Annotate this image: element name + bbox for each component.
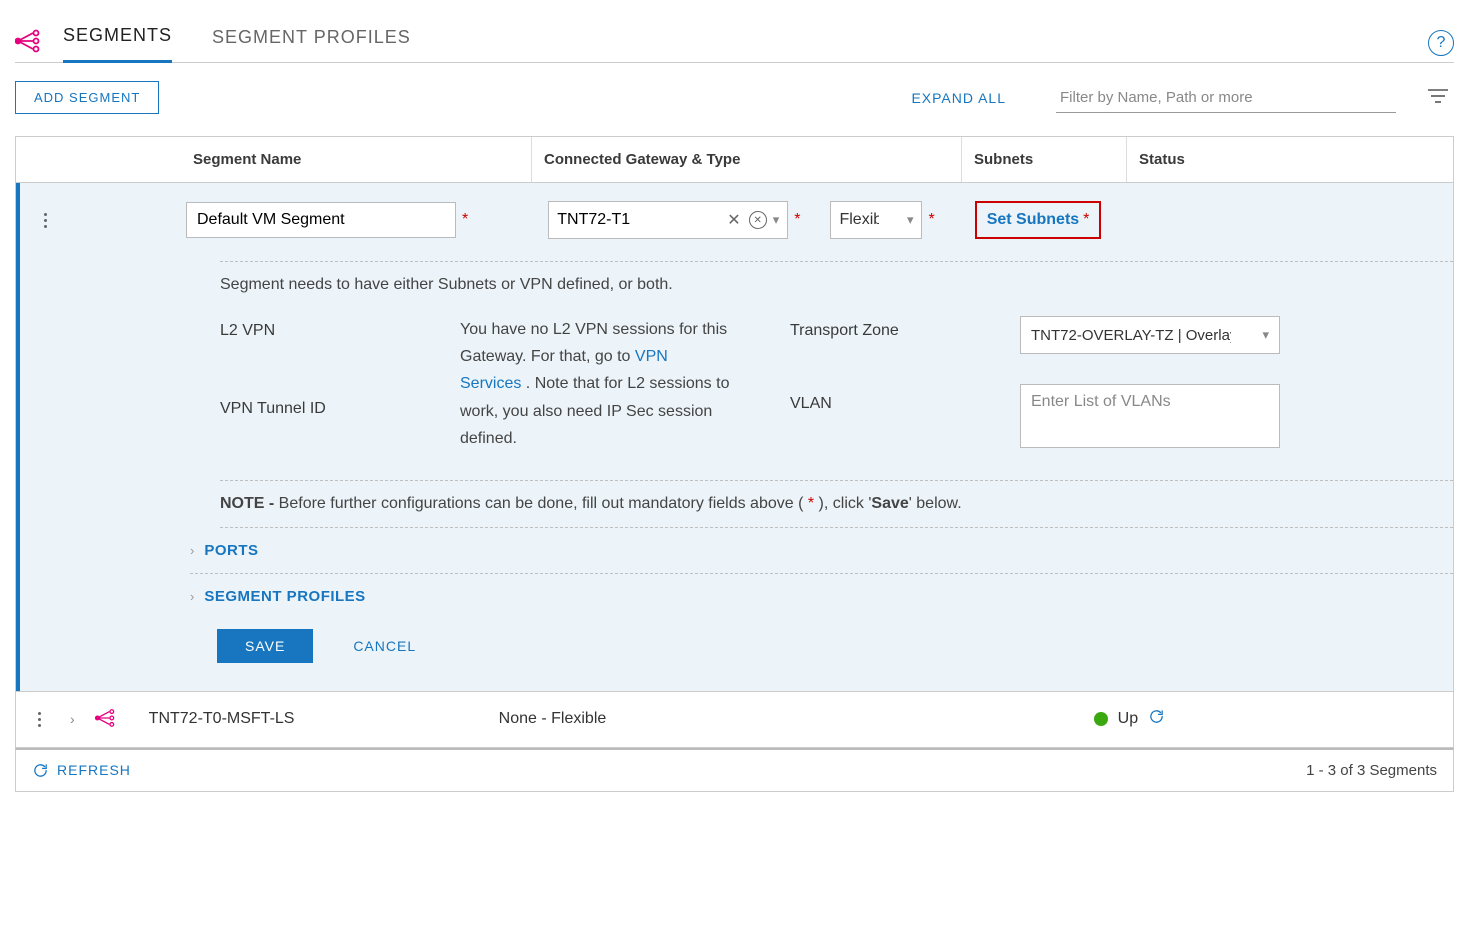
segment-edit-row: * ✕ ✕ ▾ * Flexible ▾ * Set Subnets * Seg… — [16, 183, 1453, 691]
row-gateway: None - Flexible — [499, 710, 929, 728]
vpn-tunnel-id-label: VPN Tunnel ID — [220, 400, 400, 418]
row-menu-icon[interactable] — [34, 213, 56, 228]
chevron-right-icon: › — [190, 543, 194, 558]
ports-label: PORTS — [204, 542, 258, 559]
row-name: TNT72-T0-MSFT-LS — [149, 710, 499, 728]
l2vpn-info: You have no L2 VPN sessions for this Gat… — [460, 316, 730, 452]
clear-text-icon[interactable]: ✕ — [727, 210, 740, 230]
note-row: NOTE - Before further configurations can… — [220, 480, 1453, 528]
row-count: 1 - 3 of 3 Segments — [1306, 762, 1437, 779]
segments-grid: Segment Name Connected Gateway & Type Su… — [15, 136, 1454, 748]
required-marker: * — [1083, 211, 1089, 229]
segment-profiles-label: SEGMENT PROFILES — [204, 588, 365, 605]
status-label: Up — [1118, 710, 1138, 728]
add-segment-button[interactable]: ADD SEGMENT — [15, 81, 159, 114]
chevron-down-icon[interactable]: ▾ — [1262, 327, 1269, 343]
chevron-down-icon[interactable]: ▾ — [907, 212, 914, 228]
required-marker: * — [462, 211, 468, 229]
col-segment-name: Segment Name — [181, 137, 531, 182]
status-up-icon — [1094, 712, 1108, 726]
cancel-button[interactable]: CANCEL — [353, 638, 416, 654]
subnet-hint: Segment needs to have either Subnets or … — [220, 276, 1453, 294]
set-subnets-button[interactable]: Set Subnets * — [975, 201, 1102, 239]
grid-header: Segment Name Connected Gateway & Type Su… — [16, 137, 1453, 183]
toolbar: ADD SEGMENT EXPAND ALL — [15, 81, 1454, 114]
chevron-right-icon: › — [190, 589, 194, 604]
chevron-down-icon[interactable]: ▾ — [773, 212, 780, 228]
col-status: Status — [1126, 137, 1453, 182]
required-marker: * — [928, 211, 934, 229]
ports-section[interactable]: › PORTS — [190, 528, 1453, 574]
transport-zone-value: TNT72-OVERLAY-TZ | Overlay — [1031, 327, 1231, 344]
segment-profiles-section[interactable]: › SEGMENT PROFILES — [190, 574, 1453, 619]
vlan-input[interactable]: Enter List of VLANs — [1020, 384, 1280, 448]
table-row: › TNT72-T0-MSFT-LS None - Flexible Up — [16, 691, 1453, 747]
segment-name-input[interactable] — [186, 202, 456, 238]
clear-circle-icon[interactable]: ✕ — [749, 211, 767, 229]
refresh-button[interactable]: REFRESH — [32, 762, 131, 779]
row-menu-icon[interactable] — [28, 712, 50, 727]
col-gateway: Connected Gateway & Type — [531, 137, 961, 182]
connected-gateway-combo[interactable]: ✕ ✕ ▾ — [548, 201, 788, 239]
segments-icon — [15, 26, 45, 56]
grid-footer: REFRESH 1 - 3 of 3 Segments — [15, 748, 1454, 792]
set-subnets-label: Set Subnets — [987, 211, 1079, 229]
tab-segments[interactable]: SEGMENTS — [63, 15, 172, 63]
l2vpn-label: L2 VPN — [220, 322, 400, 340]
gateway-type-select[interactable]: Flexible ▾ — [830, 201, 922, 239]
expand-row-icon[interactable]: › — [70, 711, 75, 727]
tab-segment-profiles[interactable]: SEGMENT PROFILES — [212, 17, 411, 62]
transport-zone-label: Transport Zone — [790, 322, 960, 340]
expand-all-button[interactable]: EXPAND ALL — [911, 90, 1006, 106]
required-marker: * — [794, 211, 800, 229]
gateway-type-value: Flexible — [839, 211, 879, 229]
filter-input[interactable] — [1056, 83, 1396, 113]
save-button[interactable]: SAVE — [217, 629, 313, 663]
refresh-label: REFRESH — [57, 762, 131, 778]
segment-icon — [95, 706, 119, 733]
refresh-status-icon[interactable] — [1148, 708, 1165, 730]
transport-zone-select[interactable]: TNT72-OVERLAY-TZ | Overlay ▾ — [1020, 316, 1280, 354]
connected-gateway-input[interactable] — [557, 211, 727, 229]
help-icon[interactable]: ? — [1428, 30, 1454, 56]
vlan-label: VLAN — [790, 395, 960, 413]
col-subnets: Subnets — [961, 137, 1126, 182]
filter-icon[interactable] — [1426, 87, 1454, 108]
tabs-row: SEGMENTS SEGMENT PROFILES ? — [15, 15, 1454, 63]
